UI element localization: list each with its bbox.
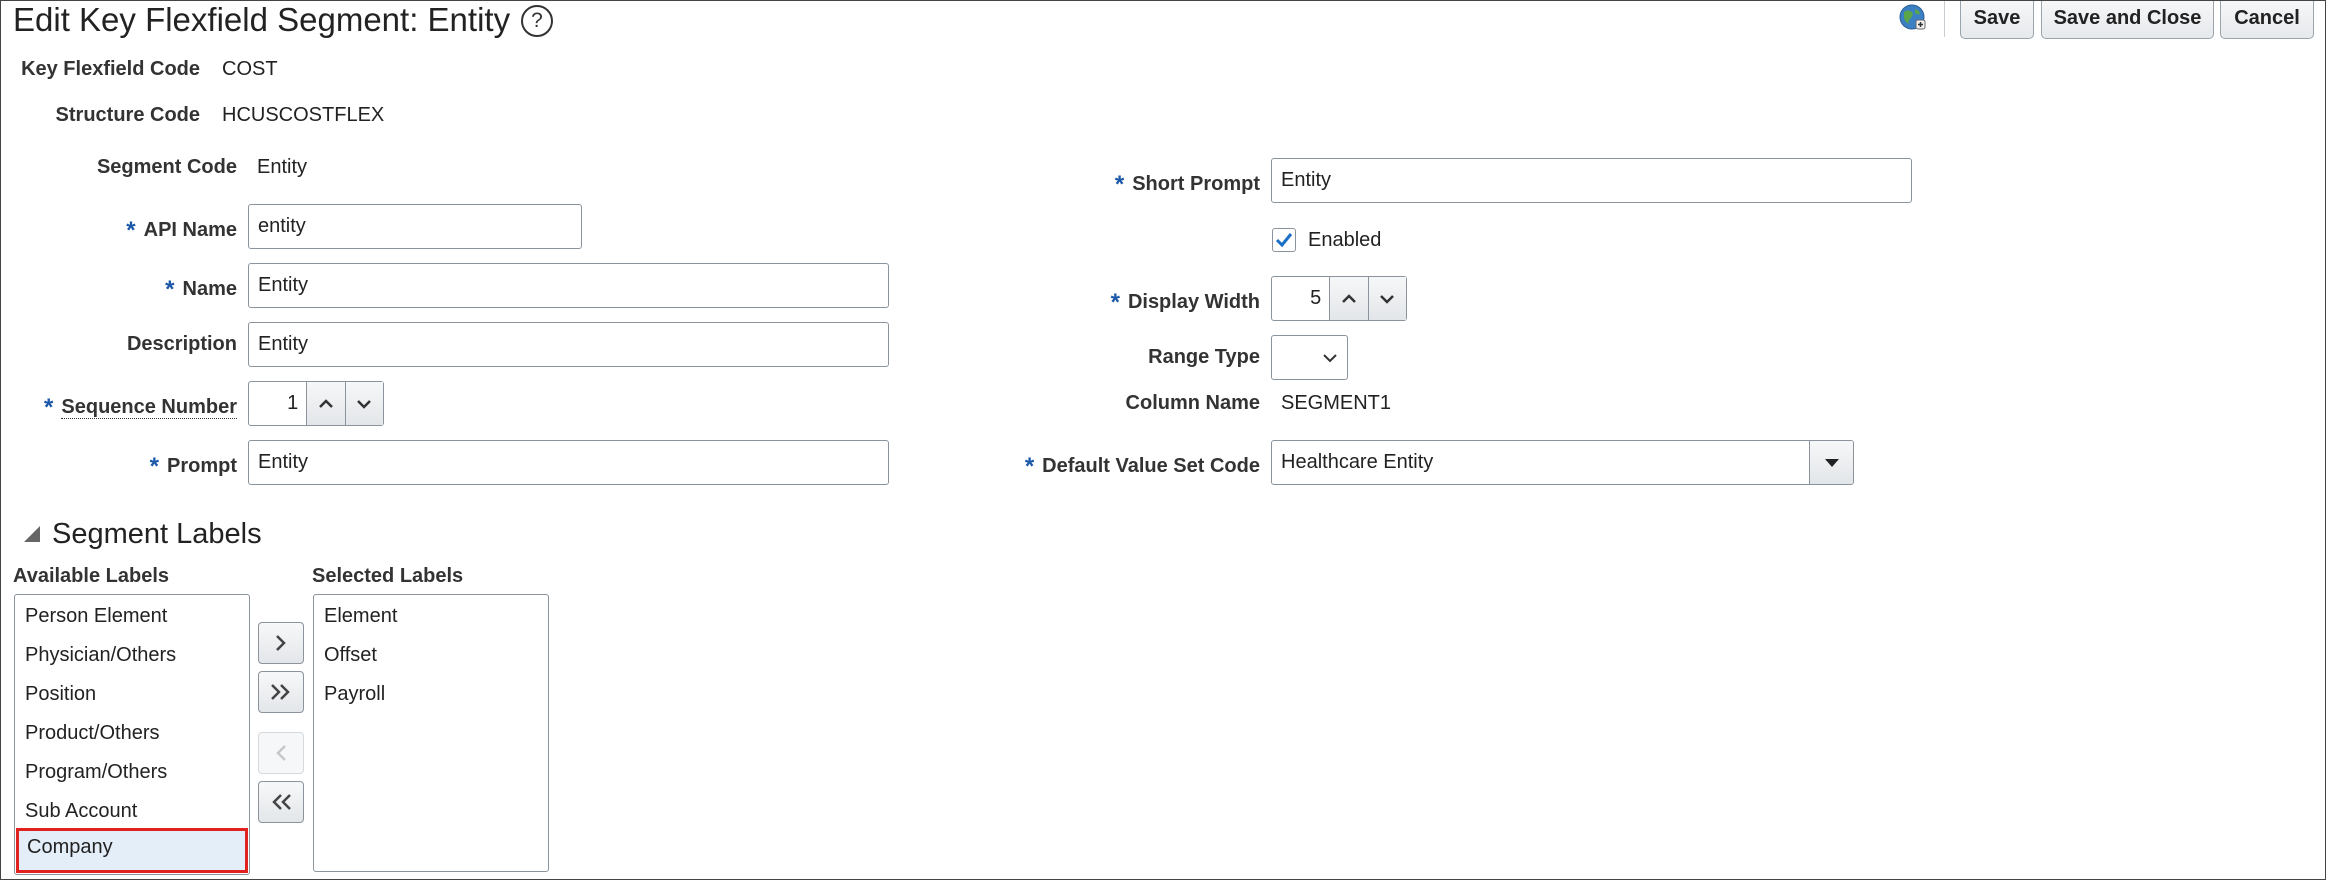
display-width-label: * Display Width — [1110, 289, 1260, 316]
chevron-down-icon — [1323, 354, 1337, 363]
move-button[interactable] — [258, 622, 304, 664]
sequence-number-value[interactable]: 1 — [249, 382, 306, 425]
name-label: * Name — [165, 276, 237, 303]
required-marker: * — [149, 453, 159, 480]
remove-all-button[interactable] — [258, 781, 304, 823]
display-width-value[interactable]: 5 — [1272, 277, 1329, 320]
double-chevron-left-icon — [272, 794, 291, 810]
chevron-right-icon — [276, 635, 286, 651]
segment-labels-title: Segment Labels — [52, 518, 262, 550]
default-value-set-code-value[interactable]: Healthcare Entity — [1272, 451, 1433, 473]
required-marker: * — [1114, 171, 1125, 198]
enabled-checkbox[interactable] — [1272, 228, 1296, 252]
description-label: Description — [126, 333, 237, 355]
increment-button[interactable] — [306, 382, 345, 425]
remove-button[interactable] — [258, 732, 304, 774]
available-labels-title: Available Labels — [13, 565, 169, 587]
list-item[interactable]: Position — [15, 675, 249, 714]
range-type-select[interactable] — [1271, 335, 1348, 380]
short-prompt-label: * Short Prompt — [1114, 171, 1260, 198]
display-width-stepper[interactable]: 5 — [1271, 276, 1407, 321]
required-marker: * — [44, 394, 54, 421]
sequence-number-stepper[interactable]: 1 — [248, 381, 384, 426]
page-title: Edit Key Flexfield Segment: Entity — [13, 1, 511, 38]
chevron-up-icon — [319, 398, 333, 408]
enabled-label: Enabled — [1308, 229, 1382, 251]
checkmark-icon — [1275, 233, 1293, 248]
segment-code-label: Segment Code — [96, 156, 237, 178]
cancel-button[interactable]: Cancel — [2220, 1, 2314, 39]
range-type-label: Range Type — [1148, 346, 1260, 368]
double-chevron-right-icon — [271, 684, 290, 700]
chevron-down-icon — [357, 399, 372, 409]
api-name-label: * API Name — [126, 217, 237, 244]
chevron-left-icon — [276, 745, 286, 761]
toolbar-separator — [1944, 1, 1945, 37]
structure-code-value: HCUSCOSTFLEX — [222, 104, 385, 126]
structure-code-label: Structure Code — [55, 104, 200, 126]
required-marker: * — [165, 276, 175, 303]
available-labels-list[interactable]: Person Element Physician/Others Position… — [14, 594, 250, 875]
increment-button[interactable] — [1329, 277, 1368, 320]
required-marker: * — [1110, 289, 1120, 316]
sequence-number-label: * Sequence Number — [44, 394, 237, 421]
required-marker: * — [126, 217, 136, 244]
description-input[interactable]: Entity — [248, 322, 889, 367]
key-flexfield-code-label: Key Flexfield Code — [21, 58, 200, 80]
decrement-button[interactable] — [1367, 277, 1406, 320]
move-all-button[interactable] — [258, 671, 304, 713]
key-flexfield-code-value: COST — [222, 58, 278, 80]
edit-segment-page: Edit Key Flexfield Segment: Entity ? Sav… — [0, 0, 2326, 880]
collapse-triangle-icon[interactable] — [23, 525, 41, 543]
prompt-label: * Prompt — [149, 453, 237, 480]
decrement-button[interactable] — [344, 382, 383, 425]
required-marker: * — [1024, 453, 1035, 480]
save-and-close-button[interactable]: Save and Close — [2041, 1, 2214, 39]
list-item[interactable]: Person Element — [15, 597, 249, 636]
globe-icon[interactable] — [1898, 3, 1926, 31]
list-item[interactable]: Program/Others — [15, 753, 249, 792]
chevron-down-icon — [1380, 294, 1395, 304]
list-item[interactable]: Product/Others — [15, 714, 249, 753]
list-item-selected[interactable]: Company — [16, 828, 248, 873]
api-name-input[interactable]: entity — [248, 204, 582, 249]
dropdown-button[interactable] — [1809, 441, 1853, 484]
caret-down-icon — [1825, 458, 1839, 467]
selected-labels-title: Selected Labels — [312, 565, 464, 587]
save-button[interactable]: Save — [1960, 1, 2034, 39]
column-name-value: SEGMENT1 — [1281, 392, 1392, 414]
default-value-set-code-label: * Default Value Set Code — [1024, 453, 1260, 480]
chevron-up-icon — [1342, 293, 1356, 303]
help-icon[interactable]: ? — [521, 5, 553, 37]
list-item[interactable]: Offset — [314, 636, 548, 675]
column-name-label: Column Name — [1125, 392, 1260, 414]
list-item[interactable]: Element — [314, 597, 548, 636]
selected-labels-list[interactable]: Element Offset Payroll — [313, 594, 549, 872]
segment-code-value: Entity — [257, 156, 308, 178]
default-value-set-code-combobox[interactable]: Healthcare Entity — [1271, 440, 1854, 485]
name-input[interactable]: Entity — [248, 263, 889, 308]
list-item[interactable]: Payroll — [314, 675, 548, 714]
prompt-input[interactable]: Entity — [248, 440, 889, 485]
short-prompt-input[interactable]: Entity — [1271, 158, 1912, 203]
list-item[interactable]: Sub Account — [15, 792, 249, 831]
list-item[interactable]: Physician/Others — [15, 636, 249, 675]
